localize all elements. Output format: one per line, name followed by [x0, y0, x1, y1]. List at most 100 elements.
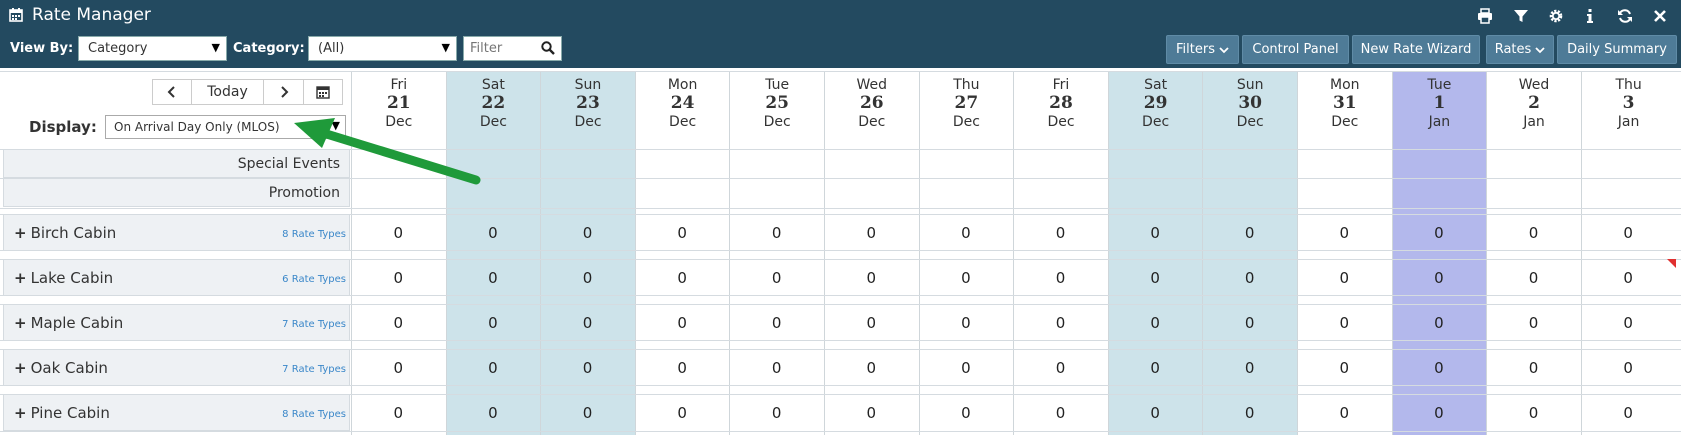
day-header[interactable]: Fri 28 Dec — [1014, 71, 1108, 149]
rate-cell[interactable]: 0 — [1581, 269, 1676, 287]
refresh-icon[interactable] — [1616, 7, 1634, 25]
rate-cell[interactable]: 0 — [1297, 224, 1392, 242]
rate-cell[interactable]: 0 — [1013, 314, 1108, 332]
day-header[interactable]: Tue 25 Dec — [730, 71, 824, 149]
control-panel-button[interactable]: Control Panel — [1242, 35, 1349, 64]
rate-cell[interactable]: 0 — [919, 404, 1014, 422]
rate-cell[interactable]: 0 — [1297, 269, 1392, 287]
rate-cell[interactable]: 0 — [1297, 359, 1392, 377]
rate-cell[interactable]: 0 — [1581, 314, 1676, 332]
rate-cell[interactable]: 0 — [1581, 224, 1676, 242]
date-picker-button[interactable] — [304, 80, 342, 104]
rate-cell[interactable]: 0 — [919, 359, 1014, 377]
rate-cell[interactable]: 0 — [540, 359, 635, 377]
rate-cell[interactable]: 0 — [351, 269, 446, 287]
expand-icon[interactable]: + — [14, 224, 27, 242]
rate-types-link[interactable]: 8 Rate Types — [282, 229, 346, 240]
rate-cell[interactable]: 0 — [1486, 269, 1581, 287]
settings-icon[interactable] — [1547, 7, 1565, 25]
daily-summary-button[interactable]: Daily Summary — [1557, 35, 1677, 64]
close-icon[interactable] — [1651, 7, 1669, 25]
day-header[interactable]: Mon 31 Dec — [1298, 71, 1392, 149]
rate-cell[interactable]: 0 — [1392, 359, 1487, 377]
rate-cell[interactable]: 0 — [1202, 404, 1297, 422]
today-button[interactable]: Today — [192, 80, 264, 104]
day-header[interactable]: Mon 24 Dec — [636, 71, 730, 149]
rate-cell[interactable]: 0 — [824, 404, 919, 422]
rate-types-link[interactable]: 7 Rate Types — [282, 319, 346, 330]
rate-types-link[interactable]: 7 Rate Types — [282, 364, 346, 375]
rate-cell[interactable]: 0 — [635, 404, 730, 422]
expand-icon[interactable]: + — [14, 404, 27, 422]
day-header[interactable]: Sat 29 Dec — [1109, 71, 1203, 149]
rate-cell[interactable]: 0 — [729, 314, 824, 332]
rate-cell[interactable]: 0 — [446, 404, 541, 422]
rate-cell[interactable]: 0 — [1013, 404, 1108, 422]
rate-cell[interactable]: 0 — [1581, 404, 1676, 422]
rate-cell[interactable]: 0 — [540, 224, 635, 242]
day-header[interactable]: Thu 27 Dec — [920, 71, 1014, 149]
info-icon[interactable] — [1581, 7, 1599, 25]
new-rate-wizard-button[interactable]: New Rate Wizard — [1352, 35, 1480, 64]
day-header[interactable]: Fri 21 Dec — [352, 71, 446, 149]
next-button[interactable] — [264, 80, 304, 104]
room-name[interactable]: + Maple Cabin — [14, 314, 123, 332]
rate-cell[interactable]: 0 — [1486, 359, 1581, 377]
day-header[interactable]: Thu 3 Jan — [1582, 71, 1676, 149]
rate-cell[interactable]: 0 — [1108, 404, 1203, 422]
view-by-select[interactable]: Category ▼ — [78, 36, 227, 61]
day-header[interactable]: Wed 26 Dec — [825, 71, 919, 149]
rate-cell[interactable]: 0 — [1108, 359, 1203, 377]
rate-cell[interactable]: 0 — [635, 359, 730, 377]
rate-cell[interactable]: 0 — [1392, 269, 1487, 287]
rate-cell[interactable]: 0 — [635, 224, 730, 242]
expand-icon[interactable]: + — [14, 359, 27, 377]
rate-cell[interactable]: 0 — [446, 314, 541, 332]
rates-button[interactable]: Rates — [1486, 35, 1554, 64]
day-header[interactable]: Wed 2 Jan — [1487, 71, 1581, 149]
day-header[interactable]: Sun 30 Dec — [1203, 71, 1297, 149]
rate-cell[interactable]: 0 — [1108, 224, 1203, 242]
print-icon[interactable] — [1476, 7, 1494, 25]
rate-cell[interactable]: 0 — [635, 314, 730, 332]
rate-cell[interactable]: 0 — [1486, 314, 1581, 332]
filter-field[interactable] — [463, 36, 562, 61]
room-name[interactable]: + Oak Cabin — [14, 359, 108, 377]
rate-cell[interactable]: 0 — [540, 404, 635, 422]
rate-types-link[interactable]: 8 Rate Types — [282, 409, 346, 420]
rate-cell[interactable]: 0 — [351, 314, 446, 332]
rate-cell[interactable]: 0 — [540, 269, 635, 287]
rate-cell[interactable]: 0 — [1486, 224, 1581, 242]
search-icon[interactable] — [541, 41, 555, 55]
rate-cell[interactable]: 0 — [824, 269, 919, 287]
rate-cell[interactable]: 0 — [1202, 359, 1297, 377]
room-name[interactable]: + Lake Cabin — [14, 269, 113, 287]
rate-cell[interactable]: 0 — [446, 224, 541, 242]
expand-icon[interactable]: + — [14, 269, 27, 287]
display-select[interactable]: On Arrival Day Only (MLOS) ▼ — [105, 115, 346, 139]
rate-cell[interactable]: 0 — [729, 359, 824, 377]
rate-cell[interactable]: 0 — [919, 224, 1014, 242]
category-select[interactable]: (All) ▼ — [308, 36, 457, 61]
rate-cell[interactable]: 0 — [729, 404, 824, 422]
rate-cell[interactable]: 0 — [824, 359, 919, 377]
previous-button[interactable] — [153, 80, 192, 104]
filter-icon[interactable] — [1512, 7, 1530, 25]
rate-cell[interactable]: 0 — [1202, 269, 1297, 287]
rate-cell[interactable]: 0 — [729, 224, 824, 242]
rate-cell[interactable]: 0 — [824, 314, 919, 332]
rate-cell[interactable]: 0 — [1581, 359, 1676, 377]
rate-cell[interactable]: 0 — [1392, 404, 1487, 422]
rate-cell[interactable]: 0 — [351, 224, 446, 242]
rate-cell[interactable]: 0 — [1202, 314, 1297, 332]
rate-cell[interactable]: 0 — [1486, 404, 1581, 422]
rate-cell[interactable]: 0 — [351, 359, 446, 377]
rate-cell[interactable]: 0 — [635, 269, 730, 287]
filters-button[interactable]: Filters — [1166, 35, 1239, 64]
rate-cell[interactable]: 0 — [1392, 224, 1487, 242]
rate-cell[interactable]: 0 — [729, 269, 824, 287]
day-header[interactable]: Sun 23 Dec — [541, 71, 635, 149]
rate-cell[interactable]: 0 — [1013, 359, 1108, 377]
rate-cell[interactable]: 0 — [446, 269, 541, 287]
expand-icon[interactable]: + — [14, 314, 27, 332]
